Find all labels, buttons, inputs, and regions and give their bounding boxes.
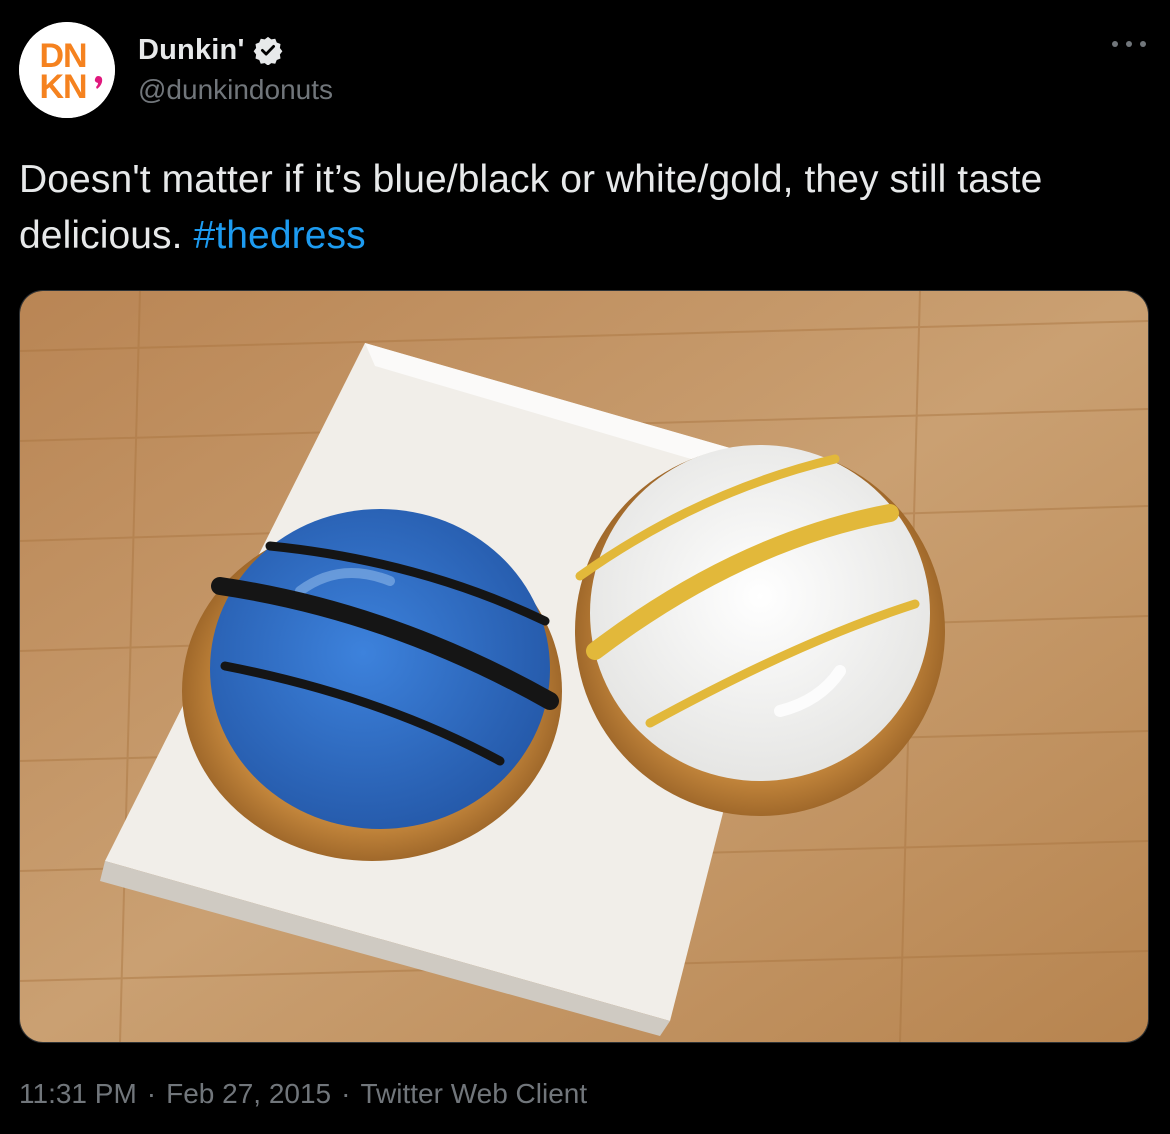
display-name: Dunkin': [138, 33, 245, 66]
tweet-date[interactable]: Feb 27, 2015: [166, 1078, 331, 1110]
meta-separator: ·: [146, 1078, 157, 1109]
photo-blue-and-white-donuts: [20, 291, 1148, 1042]
more-dot: [1112, 41, 1118, 47]
more-horizontal-icon[interactable]: [1112, 34, 1146, 54]
author-handle[interactable]: @dunkindonuts: [138, 74, 333, 106]
tweet-meta: 11:31 PM · Feb 27, 2015 · Twitter Web Cl…: [19, 1078, 587, 1110]
more-dot: [1126, 41, 1132, 47]
tweet-body: Doesn't matter if it’s blue/black or whi…: [19, 158, 1043, 257]
tweet: DN KN Dunkin' @dunkindonuts Doesn't matt…: [0, 0, 1170, 1134]
dunkin-logo: DN KN: [19, 22, 115, 118]
author-name-row[interactable]: Dunkin': [138, 30, 283, 70]
more-dot: [1140, 41, 1146, 47]
tweet-text: Doesn't matter if it’s blue/black or whi…: [19, 152, 1154, 264]
meta-separator: ·: [341, 1078, 351, 1109]
avatar[interactable]: DN KN: [19, 22, 115, 118]
tweet-photo[interactable]: [19, 290, 1149, 1043]
tweet-client[interactable]: Twitter Web Client: [360, 1078, 587, 1110]
verified-badge-icon: [253, 35, 283, 66]
hashtag-link[interactable]: #thedress: [194, 214, 366, 257]
logo-line-2: KN: [39, 68, 86, 106]
tweet-time[interactable]: 11:31 PM: [19, 1078, 137, 1110]
